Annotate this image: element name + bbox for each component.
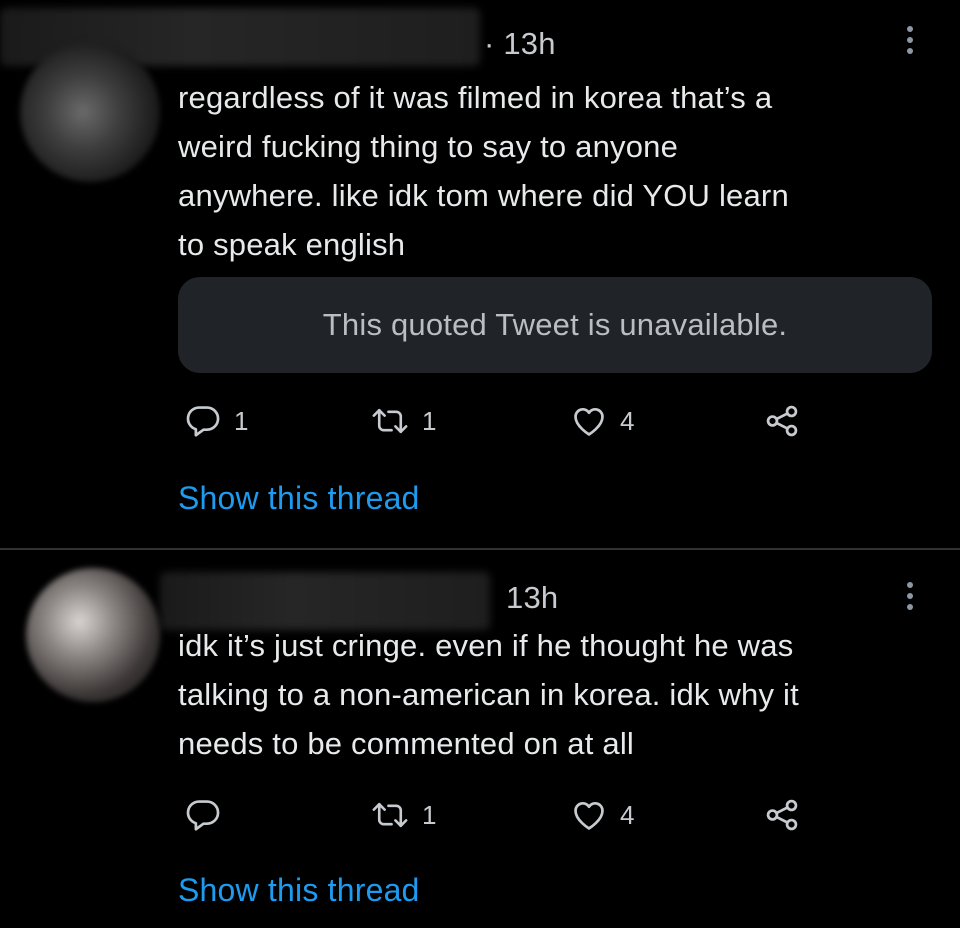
show-thread-link[interactable]: Show this thread (178, 480, 420, 517)
tweet[interactable]: · 13h regardless of it was filmed in kor… (0, 0, 960, 548)
retweet-button[interactable]: 1 (370, 396, 436, 446)
tweet-actions: 1 1 4 (0, 396, 960, 446)
share-icon (766, 799, 798, 831)
tweet-text: idk it’s just cringe. even if he thought… (178, 628, 799, 761)
reply-icon (186, 800, 220, 831)
tweet-timestamp[interactable]: · 13h (484, 26, 556, 62)
share-button[interactable] (762, 790, 802, 840)
like-count: 4 (620, 405, 635, 436)
more-icon-dot (907, 48, 913, 54)
retweet-count: 1 (422, 799, 437, 830)
like-count: 4 (620, 799, 635, 830)
like-button[interactable]: 4 (570, 396, 634, 446)
share-button[interactable] (762, 396, 802, 446)
heart-icon (574, 802, 604, 830)
more-icon-dot (907, 593, 913, 599)
reply-button[interactable]: 1 (184, 396, 248, 446)
avatar[interactable] (26, 568, 160, 702)
tweet-timestamp[interactable]: 13h (506, 580, 558, 616)
heart-icon (574, 408, 604, 436)
quoted-tweet-unavailable: This quoted Tweet is unavailable. (178, 277, 932, 373)
retweet-button[interactable]: 1 (370, 790, 436, 840)
more-icon-dot (907, 604, 913, 610)
show-thread-link[interactable]: Show this thread (178, 872, 420, 909)
retweet-icon (372, 802, 408, 828)
more-icon (907, 582, 913, 588)
avatar[interactable] (20, 42, 160, 182)
more-options-button[interactable] (896, 576, 924, 616)
share-icon (766, 405, 798, 437)
like-button[interactable]: 4 (570, 790, 634, 840)
retweet-icon (372, 408, 408, 434)
tweet-actions: 1 4 (0, 790, 960, 840)
more-options-button[interactable] (896, 20, 924, 60)
reply-icon (186, 406, 220, 437)
tweet-text: regardless of it was filmed in korea tha… (178, 80, 789, 262)
tweet[interactable]: 13h idk it’s just cringe. even if he tho… (0, 550, 960, 928)
reply-button[interactable] (184, 790, 234, 840)
retweet-count: 1 (422, 405, 437, 436)
more-icon (907, 26, 913, 32)
more-icon-dot (907, 37, 913, 43)
reply-count: 1 (234, 405, 249, 436)
